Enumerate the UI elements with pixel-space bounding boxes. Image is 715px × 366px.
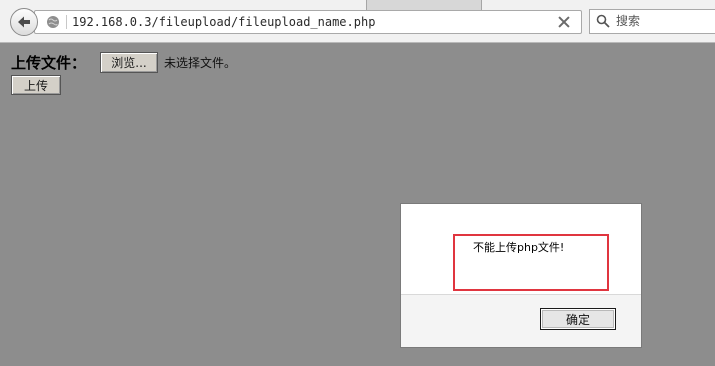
dialog-body: 不能上传php文件! — [401, 204, 641, 295]
close-icon[interactable] — [557, 15, 571, 29]
browser-toolbar: 192.168.0.3/fileupload/fileupload_name.p… — [0, 0, 715, 43]
globe-icon — [47, 16, 59, 28]
address-bar[interactable]: 192.168.0.3/fileupload/fileupload_name.p… — [34, 10, 582, 34]
alert-dialog: 不能上传php文件! 确定 — [400, 203, 642, 348]
search-input[interactable]: 搜索 — [589, 9, 715, 34]
no-file-selected-text: 未选择文件。 — [164, 55, 237, 70]
browse-button[interactable]: 浏览... — [100, 51, 159, 73]
url-divider — [66, 15, 67, 29]
search-placeholder: 搜索 — [616, 14, 641, 28]
upload-row: 上传文件： 浏览... 未选择文件。 — [11, 51, 236, 73]
back-button[interactable] — [10, 8, 38, 36]
url-text[interactable]: 192.168.0.3/fileupload/fileupload_name.p… — [72, 13, 375, 31]
back-arrow-icon — [18, 16, 30, 28]
dialog-message: 不能上传php文件! — [473, 241, 565, 254]
upload-label: 上传文件： — [11, 53, 87, 72]
ok-button[interactable]: 确定 — [540, 308, 616, 330]
upload-button[interactable]: 上传 — [11, 75, 61, 95]
search-icon — [596, 14, 610, 28]
